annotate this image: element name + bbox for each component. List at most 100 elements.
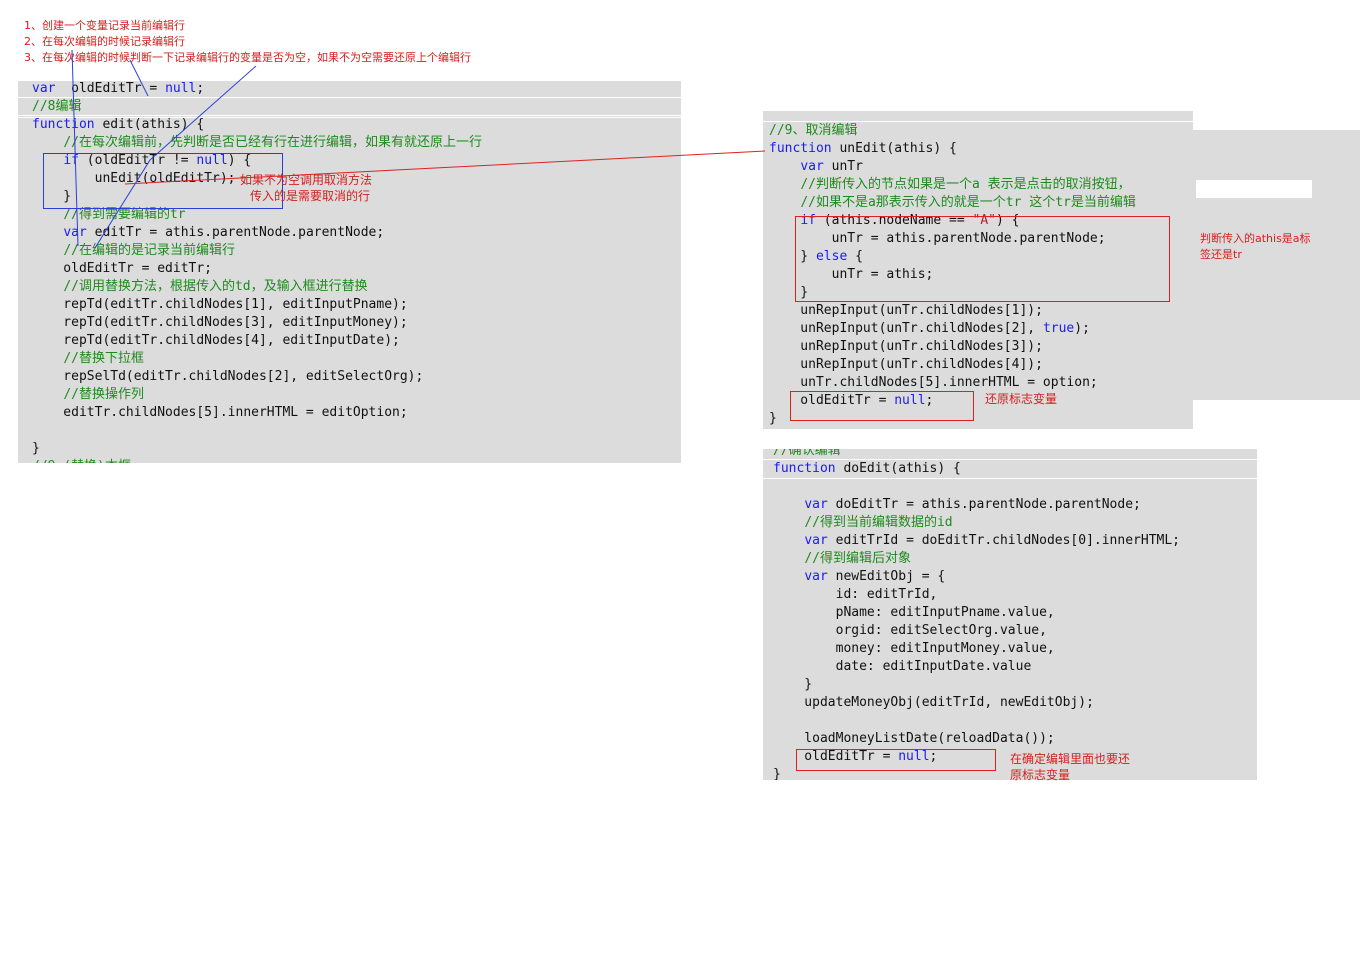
code-line: function doEdit(athis) { [773,460,961,478]
code-text: unTr [823,159,863,174]
code-text: pName: editInputPname.value, [773,605,1055,620]
code-text: date: editInputDate.value [773,659,1032,674]
code-comment: //得到编辑后对象 [804,551,911,566]
code-line: //得到编辑后对象 [773,550,911,568]
code-keyword: true [1042,321,1075,336]
code-text: repTd(editTr.childNodes[4], editInputDat… [32,333,400,348]
code-text: edit(athis) { [94,117,205,132]
code-comment: //在编辑的是记录当前编辑行 [63,243,235,258]
code-line: } [773,766,781,780]
code-text: ; [196,81,205,96]
code-line: var oldEditTr = null; [32,81,204,98]
code-text: unRepInput(unTr.childNodes[1]); [769,303,1043,318]
code-text: id: editTrId, [773,587,938,602]
code-line: var doEditTr = athis.parentNode.parentNo… [773,496,1141,514]
note-check-tag-2: 签还是tr [1200,248,1242,261]
code-text: doEditTr = athis.parentNode.parentNode; [827,497,1141,512]
code-text: oldEditTr = editTr; [32,261,213,276]
code-text: orgid: editSelectOrg.value, [773,623,1047,638]
code-text: money: editInputMoney.value, [773,641,1055,656]
code-comment: //9 (替换)本框 [32,459,131,463]
code-text: } [773,767,781,780]
code-line: function edit(athis) { [32,116,204,134]
code-text: repTd(editTr.childNodes[1], editInputPna… [32,297,408,312]
code-comment: //替换操作列 [63,387,144,402]
code-line: unRepInput(unTr.childNodes[2], true); [769,320,1090,338]
code-line: var newEditObj = { [773,568,945,586]
code-text: updateMoneyObj(editTrId, newEditObj); [773,695,1094,710]
note-check-tag: 判断传入的athis是a标 [1200,232,1311,245]
code-text: ); [1074,321,1090,336]
code-line: } [32,440,40,458]
row-separator [763,478,1257,479]
note-step-2: 2、在每次编辑的时候记录编辑行 [24,35,185,48]
code-text: doEdit(athis) { [835,461,961,476]
code-line: id: editTrId, [773,586,938,604]
code-keyword: var [804,497,828,512]
code-line: money: editInputMoney.value, [773,640,1055,658]
code-keyword: var [32,81,56,96]
code-line: //判断传入的节点如果是一个a 表示是点击的取消按钮， [769,176,1130,194]
code-line: } [773,676,812,694]
code-keyword: function [773,461,836,476]
note-confirm-restore: 在确定编辑里面也要还 [1010,752,1131,766]
code-line: var editTr = athis.parentNode.parentNode… [32,224,384,242]
code-line: unRepInput(unTr.childNodes[4]); [769,356,1043,374]
code-line: unRepInput(unTr.childNodes[1]); [769,302,1043,320]
code-line: //9 (替换)本框 [32,458,131,463]
code-keyword: var [63,225,87,240]
code-text: unTr.childNodes[5].innerHTML = option; [769,375,1098,390]
code-text: newEditObj = { [827,569,946,584]
code-text: unEdit(athis) { [831,141,957,156]
code-line: //如果不是a那表示传入的就是一个tr 这个tr是当前编辑 [769,194,1136,212]
code-keyword: var [804,533,828,548]
code-line: //替换下拉框 [32,350,144,368]
code-panel-unedit-extension [1193,130,1360,400]
code-text: unRepInput(unTr.childNodes[2], [769,321,1043,336]
code-keyword: null [165,81,197,96]
confirm-restore-highlight [796,749,996,771]
if-else-highlight [795,216,1170,302]
code-line: var unTr [769,158,863,176]
code-line: //得到当前编辑数据的id [773,514,952,532]
code-text: } [769,411,777,426]
code-line: function unEdit(athis) { [769,140,957,158]
code-keyword: function [32,117,95,132]
code-line: //调用替换方法，根据传入的td，及输入框进行替换 [32,278,368,296]
code-text: loadMoneyListDate(reloadData()); [773,731,1055,746]
code-line: unRepInput(unTr.childNodes[3]); [769,338,1043,356]
code-line: editTr.childNodes[5].innerHTML = editOpt… [32,404,407,422]
code-panel-edit: var oldEditTr = null;//8编辑 function edit(… [18,81,681,463]
code-text: repTd(editTr.childNodes[3], editInputMon… [32,315,408,330]
code-line: pName: editInputPname.value, [773,604,1055,622]
code-line: //在编辑的是记录当前编辑行 [32,242,235,260]
code-line: //9、取消编辑 [769,122,857,140]
code-comment: //如果不是a那表示传入的就是一个tr 这个tr是当前编辑 [800,195,1136,210]
code-text: } [32,441,40,456]
code-comment: //确认编辑 [773,449,841,458]
code-comment: //调用替换方法，根据传入的td，及输入框进行替换 [63,279,368,294]
code-line: } [769,410,777,428]
code-line: //确认编辑 [773,449,841,460]
code-text: unRepInput(unTr.childNodes[3]); [769,339,1043,354]
note-restore-flag: 还原标志变量 [985,392,1058,406]
note-cancel-call-2: 传入的是需要取消的行 [250,189,371,203]
code-line: var editTrId = doEditTr.childNodes[0].in… [773,532,1180,550]
code-line: //替换操作列 [32,386,144,404]
code-line: loadMoneyListDate(reloadData()); [773,730,1055,748]
code-comment: //8编辑 [32,99,82,114]
code-keyword: var [800,159,824,174]
code-line: oldEditTr = editTr; [32,260,212,278]
code-line: repTd(editTr.childNodes[1], editInputPna… [32,296,408,314]
note-cancel-call: 如果不为空调用取消方法 [240,173,373,187]
